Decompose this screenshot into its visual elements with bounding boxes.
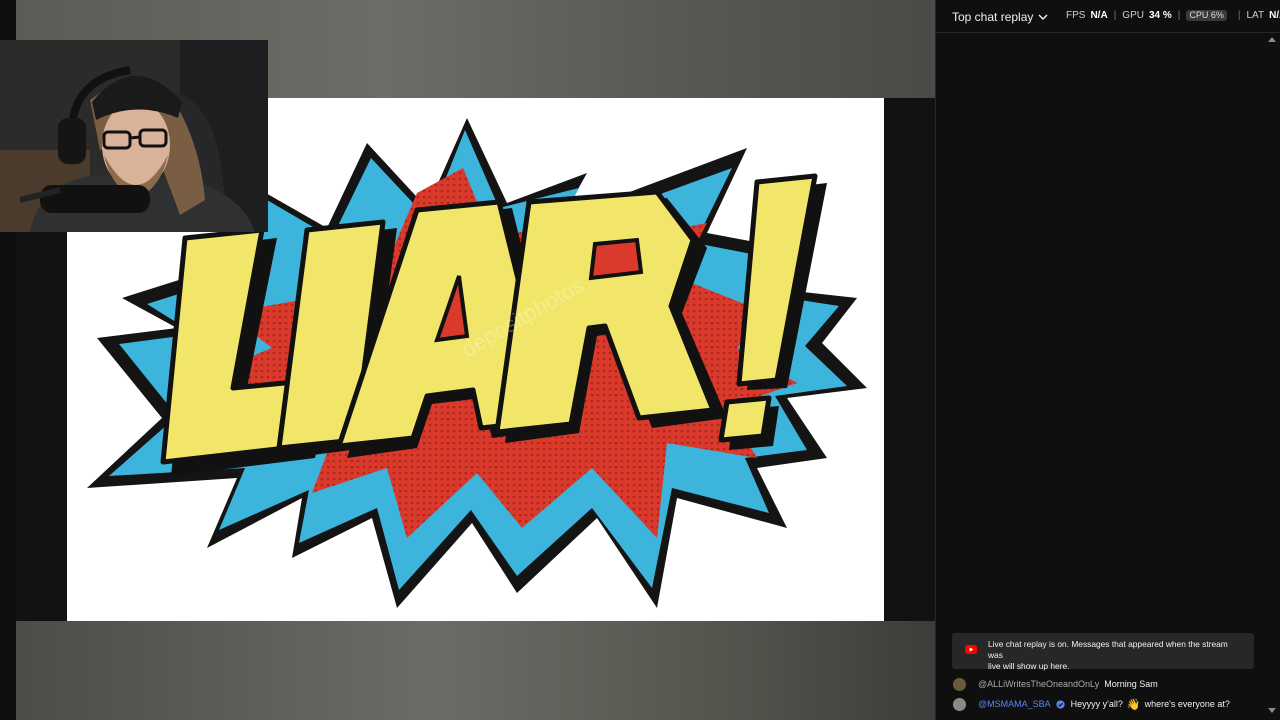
video-player[interactable]: depositphotos — [0, 0, 935, 720]
stats-divider: | — [1113, 10, 1117, 21]
app-root: depositphotos Top chat replay FPS N/A | … — [0, 0, 1280, 720]
webcam-overlay — [0, 40, 268, 232]
chat-mode-label: Top chat replay — [952, 10, 1034, 24]
performance-overlay: FPS N/A | GPU 34 % | CPU 6% | LAT N/A — [1066, 10, 1280, 21]
chat-text: Heyyyy y'all? — [1070, 699, 1123, 709]
youtube-icon — [965, 645, 977, 654]
chat-text-continued: where's everyone at? — [1144, 699, 1230, 709]
waving-hand-emoji: 👋 — [1126, 698, 1141, 711]
stats-divider: | — [1177, 10, 1181, 21]
notice-line-1: Live chat replay is on. Messages that ap… — [988, 639, 1228, 660]
chat-header: Top chat replay FPS N/A | GPU 34 % | CPU… — [936, 0, 1280, 33]
chat-author[interactable]: @MSMAMA_SBA — [978, 699, 1051, 709]
chevron-down-icon — [1038, 14, 1048, 20]
fps-value: N/A — [1090, 10, 1108, 21]
cpu-pill: CPU 6% — [1186, 10, 1227, 21]
chat-message: @MSMAMA_SBA Heyyyy y'all? 👋 where's ever… — [953, 696, 1273, 712]
chat-replay-notice: Live chat replay is on. Messages that ap… — [952, 633, 1254, 671]
notice-line-2: live will show up here. — [988, 661, 1070, 671]
gpu-value: 34 % — [1148, 10, 1172, 21]
scroll-down-arrow-icon[interactable] — [1268, 708, 1276, 714]
verified-badge-icon — [1056, 699, 1065, 709]
chat-text: Morning Sam — [1104, 679, 1158, 689]
streamer-webcam-image — [0, 40, 268, 232]
fps-label: FPS — [1066, 10, 1086, 21]
chat-mode-dropdown[interactable]: Top chat replay — [952, 10, 1048, 24]
lat-label: LAT — [1246, 10, 1265, 21]
chat-author[interactable]: @ALLiWritesTheOneandOnLy — [978, 679, 1099, 689]
lat-value: N/A — [1269, 10, 1280, 21]
video-background-bottom — [16, 621, 935, 720]
scroll-up-arrow-icon[interactable] — [1268, 36, 1276, 42]
avatar[interactable] — [953, 697, 966, 711]
live-chat-panel: Top chat replay FPS N/A | GPU 34 % | CPU… — [935, 0, 1280, 720]
avatar[interactable] — [953, 677, 966, 691]
chat-message: @ALLiWritesTheOneandOnLy Morning Sam — [953, 676, 1273, 692]
stats-divider: | — [1237, 10, 1241, 21]
gpu-label: GPU — [1122, 10, 1144, 21]
